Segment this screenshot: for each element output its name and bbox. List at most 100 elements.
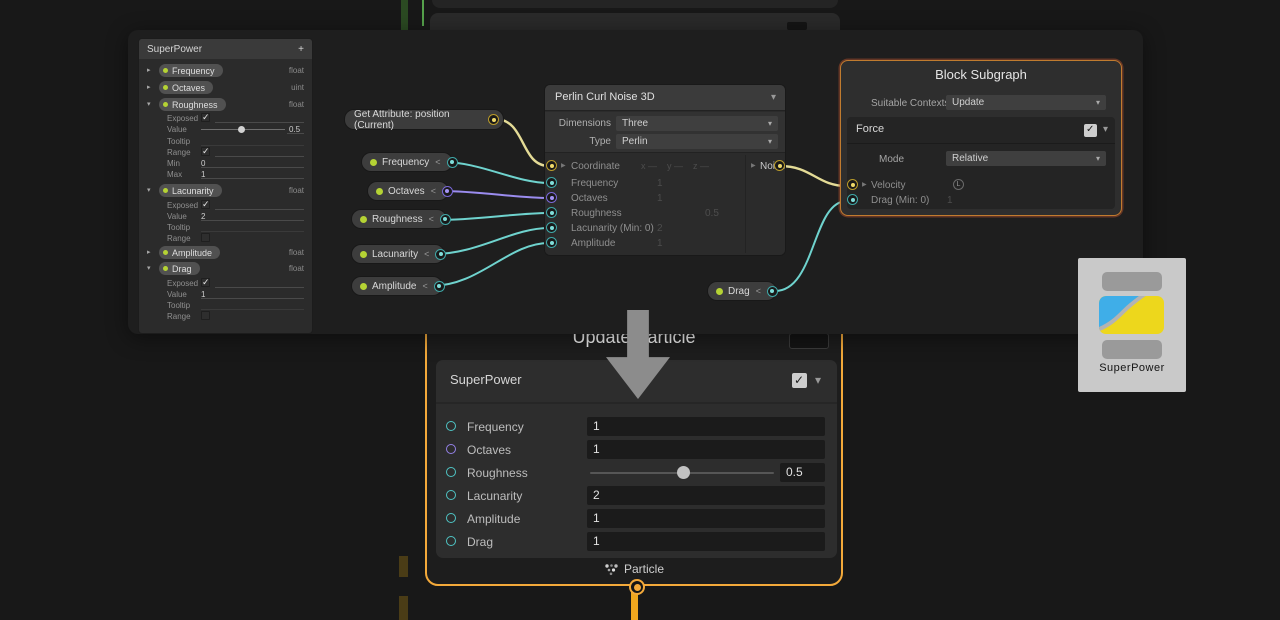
lacunarity-disabled-field[interactable]: 2 xyxy=(657,223,663,234)
range-checkbox[interactable] xyxy=(201,311,210,320)
collapse-toggle[interactable]: < xyxy=(429,214,434,224)
edge-position-to-coordinate[interactable] xyxy=(495,119,549,166)
param-node-roughness[interactable]: Roughness < xyxy=(352,210,446,228)
value-slider-handle[interactable] xyxy=(238,126,245,133)
tooltip-field[interactable] xyxy=(201,309,304,310)
edge-noise-to-velocity[interactable] xyxy=(780,166,847,186)
property-pill[interactable]: Frequency xyxy=(159,64,223,77)
collapse-toggle[interactable]: < xyxy=(422,281,427,291)
block-row-drag: Drag 1 xyxy=(436,532,837,552)
block-enabled-checkbox[interactable] xyxy=(792,373,807,388)
range-checkbox[interactable] xyxy=(201,147,210,156)
velocity-link-badge[interactable]: L xyxy=(953,179,964,190)
exposed-checkbox[interactable] xyxy=(201,113,210,122)
edge-frequency[interactable] xyxy=(443,162,549,183)
edge-lacunarity[interactable] xyxy=(434,228,549,254)
edge-amplitude[interactable] xyxy=(431,243,549,286)
perlin-curl-noise-node[interactable]: Perlin Curl Noise 3D ▾ Dimensions Three▾… xyxy=(545,85,785,255)
chevron-down-icon[interactable]: ▾ xyxy=(771,93,776,103)
edge-drag[interactable] xyxy=(775,201,847,291)
edge-octaves[interactable] xyxy=(440,191,549,198)
lacunarity-input-port[interactable] xyxy=(546,222,557,233)
param-output-port[interactable] xyxy=(440,214,451,225)
property-pill[interactable]: Drag xyxy=(159,262,200,275)
port-cyan-icon[interactable] xyxy=(446,490,456,500)
particle-flow-port[interactable] xyxy=(629,579,645,595)
collapse-arrow-icon[interactable]: ▾ xyxy=(147,265,151,272)
property-pill[interactable]: Amplitude xyxy=(159,246,220,259)
exposed-checkbox[interactable] xyxy=(201,200,210,209)
property-pill[interactable]: Roughness xyxy=(159,98,226,111)
drag-input-port[interactable] xyxy=(847,194,858,205)
position-output-port[interactable] xyxy=(488,114,499,125)
noise-output-port[interactable] xyxy=(774,160,785,171)
roughness-disabled-field[interactable]: 0.5 xyxy=(705,208,719,219)
frequency-input-port[interactable] xyxy=(546,177,557,188)
param-output-port[interactable] xyxy=(435,249,446,260)
type-dropdown[interactable]: Perlin▾ xyxy=(616,134,778,149)
param-node-amplitude[interactable]: Amplitude < xyxy=(352,277,442,295)
lacunarity-field[interactable]: 2 xyxy=(587,486,825,505)
param-output-port[interactable] xyxy=(434,281,445,292)
param-node-lacunarity[interactable]: Lacunarity < xyxy=(352,245,444,263)
chevron-down-icon[interactable]: ▾ xyxy=(815,374,821,386)
octaves-input-port[interactable] xyxy=(546,192,557,203)
force-enabled-checkbox[interactable] xyxy=(1084,124,1097,137)
block-subgraph-node[interactable]: Block Subgraph Suitable Contexts Update▾… xyxy=(840,60,1122,216)
get-attribute-node[interactable]: Get Attribute: position (Current) xyxy=(345,110,503,129)
suitable-contexts-dropdown[interactable]: Update▾ xyxy=(946,95,1106,110)
coordinate-input-port[interactable] xyxy=(546,160,557,171)
octaves-disabled-field[interactable]: 1 xyxy=(657,193,663,204)
expand-arrow-icon[interactable]: ▸ xyxy=(147,249,151,256)
roughness-slider-handle[interactable] xyxy=(677,466,690,479)
drag-disabled-field[interactable]: 1 xyxy=(947,195,953,206)
edge-roughness[interactable] xyxy=(437,213,549,220)
velocity-input-port[interactable] xyxy=(847,179,858,190)
frequency-disabled-field[interactable]: 1 xyxy=(657,178,663,189)
frequency-field[interactable]: 1 xyxy=(587,417,825,436)
tooltip-field[interactable] xyxy=(201,231,304,232)
amplitude-disabled-field[interactable]: 1 xyxy=(657,238,663,249)
param-node-drag[interactable]: Drag < xyxy=(708,282,776,300)
param-output-port[interactable] xyxy=(447,157,458,168)
param-output-port[interactable] xyxy=(767,286,778,297)
range-checkbox[interactable] xyxy=(201,233,210,242)
collapse-toggle[interactable]: < xyxy=(431,186,436,196)
property-pill[interactable]: Lacunarity xyxy=(159,184,222,197)
collapse-toggle[interactable]: < xyxy=(756,286,761,296)
amplitude-field[interactable]: 1 xyxy=(587,509,825,528)
chevron-down-icon[interactable]: ▾ xyxy=(1103,125,1108,135)
exposed-checkbox[interactable] xyxy=(201,278,210,287)
dimensions-dropdown[interactable]: Three▾ xyxy=(616,116,778,131)
asset-icon-top-bar xyxy=(1102,272,1162,291)
port-cyan-icon[interactable] xyxy=(446,536,456,546)
port-cyan-icon[interactable] xyxy=(446,467,456,477)
mode-dropdown[interactable]: Relative▾ xyxy=(946,151,1106,166)
add-property-button[interactable]: + xyxy=(298,44,304,55)
collapse-arrow-icon[interactable]: ▾ xyxy=(147,187,151,194)
tooltip-field[interactable] xyxy=(201,145,304,146)
collapse-toggle[interactable]: < xyxy=(424,249,429,259)
param-node-frequency[interactable]: Frequency < xyxy=(362,153,452,171)
amplitude-input-port[interactable] xyxy=(546,237,557,248)
coordinate-fields[interactable]: x — y — z — xyxy=(641,161,709,171)
background-flow-dash xyxy=(399,596,408,620)
roughness-value-field[interactable]: 0.5 xyxy=(780,463,825,482)
roughness-input-port[interactable] xyxy=(546,207,557,218)
drag-field[interactable]: 1 xyxy=(587,532,825,551)
param-node-octaves[interactable]: Octaves < xyxy=(368,182,448,200)
node-header[interactable]: Perlin Curl Noise 3D ▾ xyxy=(545,85,785,111)
port-purple-icon[interactable] xyxy=(446,444,456,454)
expand-arrow-icon[interactable]: ▸ xyxy=(147,67,151,74)
collapse-toggle[interactable]: < xyxy=(435,157,440,167)
collapse-arrow-icon[interactable]: ▾ xyxy=(147,101,151,108)
octaves-field[interactable]: 1 xyxy=(587,440,825,459)
superpower-asset-tile[interactable]: SuperPower xyxy=(1078,258,1186,392)
context-capacity-box[interactable] xyxy=(789,333,829,349)
param-output-port[interactable] xyxy=(442,186,453,197)
property-pill[interactable]: Octaves xyxy=(159,81,213,94)
force-block[interactable]: Force ▾ Mode Relative▾ ▶ Velocity L Drag… xyxy=(847,117,1115,209)
expand-arrow-icon[interactable]: ▸ xyxy=(147,84,151,91)
port-cyan-icon[interactable] xyxy=(446,513,456,523)
port-cyan-icon[interactable] xyxy=(446,421,456,431)
